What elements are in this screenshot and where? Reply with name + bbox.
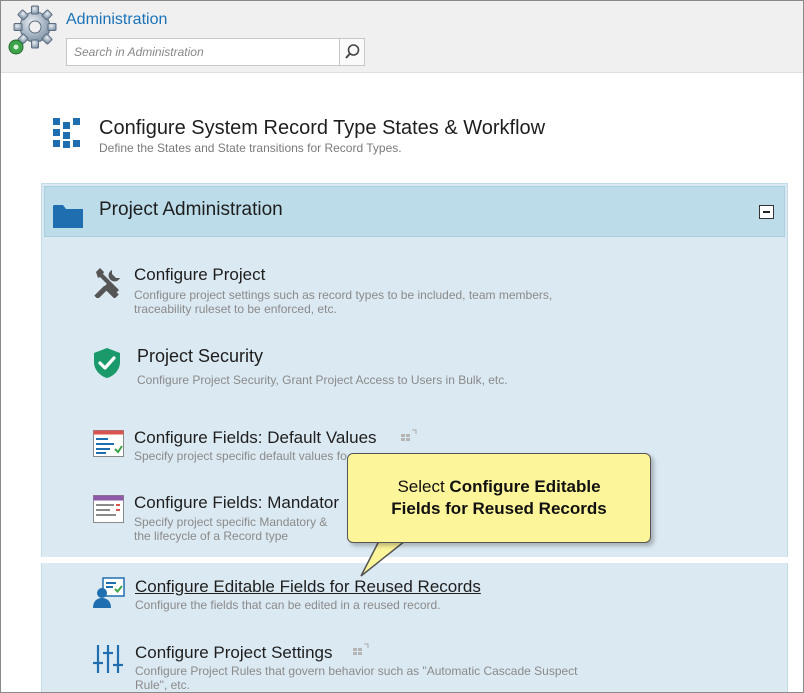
grid-small-icon [353,643,369,655]
search-input[interactable] [67,39,340,65]
configure-fields-mandatory-desc-2: the lifecycle of a Record type [134,529,289,543]
search-button[interactable] [339,39,364,65]
configure-fields-defaults-title[interactable]: Configure Fields: Default Values [134,428,377,448]
grid-blocks-icon [53,118,80,148]
user-card-icon [93,577,125,608]
configure-fields-defaults-desc: Specify project specific default values … [134,449,347,463]
callout-tail [360,540,411,577]
project-security-desc: Configure Project Security, Grant Projec… [137,373,508,387]
form-mandatory-icon [93,495,124,523]
workflow-description: Define the States and State transitions … [99,141,402,155]
configure-editable-fields-desc: Configure the fields that can be edited … [135,598,441,612]
search-box [66,38,365,66]
configure-project-settings-title[interactable]: Configure Project Settings [135,643,333,663]
collapse-button[interactable] [759,205,774,219]
configure-editable-fields-title[interactable]: Configure Editable Fields for Reused Rec… [135,577,481,597]
callout-prefix: Select [397,477,450,496]
folder-icon [53,205,83,228]
administration-window: Administration Conf [0,0,804,693]
callout-bold-1: Configure Editable [449,477,601,496]
project-admin-title[interactable]: Project Administration [99,199,283,221]
configure-project-title[interactable]: Configure Project [134,265,265,285]
configure-project-settings-desc-1: Configure Project Rules that govern beha… [135,664,578,678]
callout-text: Select Configure Editable Fields for Reu… [348,476,650,520]
gear-icon [8,5,57,55]
form-defaults-icon [93,430,124,457]
shield-check-icon [94,348,120,378]
configure-project-desc-2: traceability ruleset to be enforced, etc… [134,302,337,316]
instruction-callout: Select Configure Editable Fields for Reu… [347,453,651,543]
workflow-title[interactable]: Configure System Record Type States & Wo… [99,117,545,140]
header-bar: Administration [1,1,803,73]
callout-bold-2: Fields for Reused Records [391,499,607,518]
configure-project-settings-desc-2: Rule", etc. [135,678,190,692]
configure-fields-mandatory-desc-1: Specify project specific Mandatory & [134,515,328,529]
sliders-icon [93,645,123,673]
project-security-title[interactable]: Project Security [137,346,263,367]
tools-icon [94,268,120,298]
app-title[interactable]: Administration [66,11,167,29]
search-icon [345,44,360,59]
grid-small-icon [401,429,417,441]
configure-fields-mandatory-title[interactable]: Configure Fields: Mandator [134,493,339,513]
configure-project-desc-1: Configure project settings such as recor… [134,288,553,302]
